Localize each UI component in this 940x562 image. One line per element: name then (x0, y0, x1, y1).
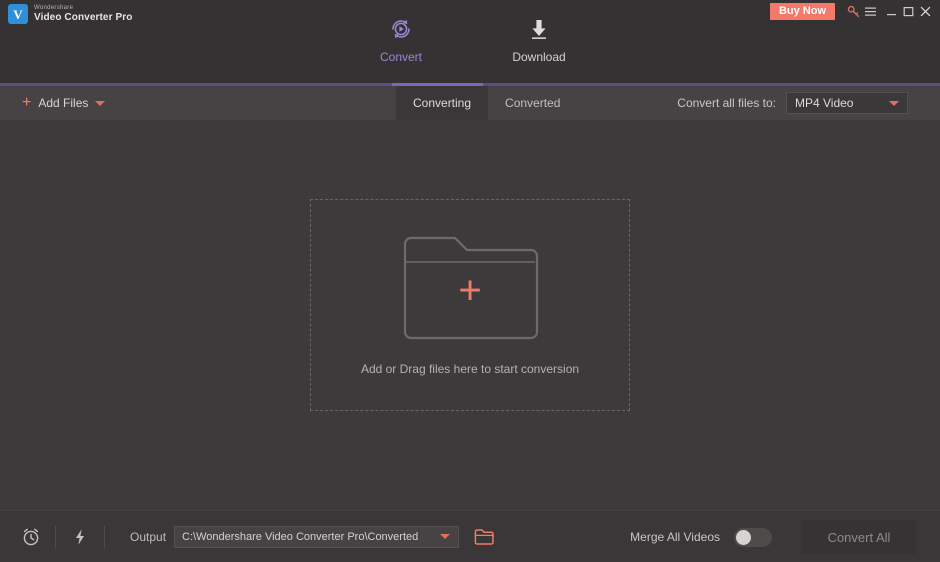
minimize-icon[interactable] (883, 1, 900, 21)
add-files-label: Add Files (38, 96, 89, 110)
output-format-value: MP4 Video (795, 96, 854, 110)
plus-icon: + (22, 94, 32, 111)
tab-convert-label: Convert (379, 50, 423, 64)
toolbar: + Add Files Converting Converted Convert… (0, 86, 940, 120)
hamburger-menu-icon[interactable] (862, 1, 879, 21)
add-files-button[interactable]: + Add Files (22, 95, 88, 111)
footer-divider-1 (55, 525, 56, 548)
toggle-knob (736, 529, 751, 545)
output-label: Output (130, 529, 167, 544)
status-tabs: Converting Converted (396, 86, 577, 120)
dropzone-hint-text: Add or Drag files here to start conversi… (360, 362, 580, 376)
add-files-chevron-down-icon[interactable] (95, 100, 106, 106)
tab-download-label: Download (512, 50, 566, 64)
merge-all-videos-label: Merge All Videos (630, 530, 720, 544)
open-folder-icon[interactable] (471, 524, 497, 550)
output-path-select[interactable]: C:\Wondershare Video Converter Pro\Conve… (174, 525, 460, 548)
convert-rotate-play-icon (388, 14, 414, 44)
output-format-select[interactable]: MP4 Video (786, 92, 908, 114)
key-icon[interactable] (845, 1, 862, 21)
tab-download[interactable]: Download (494, 14, 584, 64)
tab-convert[interactable]: Convert (356, 14, 446, 64)
buy-now-button[interactable]: Buy Now (769, 2, 835, 20)
convert-all-to-group: Convert all files to: MP4 Video (677, 86, 908, 120)
footer-bar: Output C:\Wondershare Video Converter Pr… (0, 510, 940, 562)
tab-converted[interactable]: Converted (488, 86, 577, 120)
maximize-icon[interactable] (900, 1, 917, 21)
merge-all-videos-toggle[interactable] (734, 527, 772, 547)
window-controls: Buy Now (769, 0, 934, 22)
convert-all-to-label: Convert all files to: (677, 96, 776, 110)
output-path-value: C:\Wondershare Video Converter Pro\Conve… (182, 530, 419, 543)
footer-divider-2 (104, 525, 105, 548)
convert-all-button[interactable]: Convert All (802, 520, 916, 554)
output-path-chevron-down-icon (440, 534, 451, 539)
footer-right-group: Merge All Videos Convert All (630, 511, 916, 562)
main-content: + Add or Drag files here to start conver… (0, 120, 940, 510)
download-arrow-icon (526, 14, 552, 44)
output-format-chevron-down-icon (889, 100, 899, 106)
close-icon[interactable] (917, 1, 934, 21)
tab-converting[interactable]: Converting (396, 86, 489, 120)
dropzone-plus-icon: + (458, 268, 482, 313)
app-window: V Wondershare Video Converter Pro Conver… (0, 0, 940, 562)
logo-brand-name: Wondershare (34, 5, 74, 11)
alarm-clock-icon[interactable] (16, 522, 46, 552)
folder-add-icon: + (401, 234, 539, 344)
title-bar: V Wondershare Video Converter Pro Conver… (0, 0, 940, 86)
file-dropzone[interactable]: + Add or Drag files here to start conver… (310, 199, 630, 411)
lightning-bolt-icon[interactable] (65, 522, 95, 552)
